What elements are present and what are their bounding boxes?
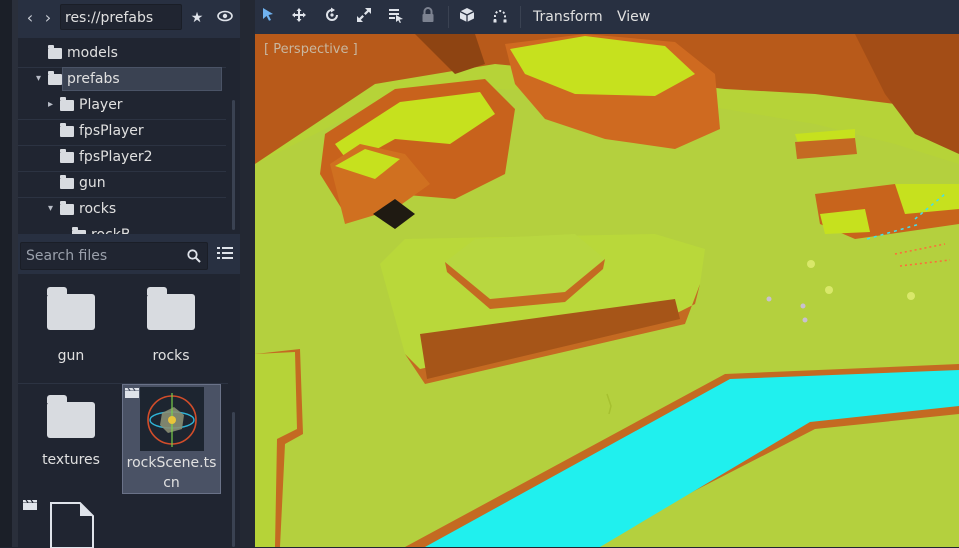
grid-scrollbar[interactable]: [232, 412, 235, 547]
folder-icon: [72, 227, 86, 234]
toolbar-divider: [448, 6, 449, 28]
scene-thumbnail-icon: [140, 387, 204, 451]
file-item-textures[interactable]: textures: [21, 386, 121, 496]
file-item-gun[interactable]: gun: [21, 282, 121, 382]
tree-item-label: gun: [79, 175, 106, 191]
tree-item-label: rockB: [91, 222, 130, 234]
path-bar: ‹ › res://prefabs ★: [18, 0, 240, 36]
chevron-right-icon[interactable]: ▸: [48, 92, 53, 118]
folder-icon: [60, 123, 74, 137]
tree-item-rocks[interactable]: ▾ rocks: [18, 196, 226, 222]
perspective-label[interactable]: [ Perspective ]: [264, 42, 358, 57]
file-icon: [50, 502, 94, 548]
forward-button[interactable]: ›: [40, 8, 56, 28]
select-icon[interactable]: [258, 7, 278, 27]
clapperboard-icon: [23, 500, 37, 510]
chevron-down-icon[interactable]: ▾: [48, 196, 53, 222]
clapperboard-icon: [125, 388, 139, 398]
file-grid: gun rocks textures rockScene.tscn: [18, 274, 240, 548]
tree-item-gun[interactable]: gun: [18, 170, 226, 196]
favorite-star-icon[interactable]: ★: [187, 8, 207, 28]
dock-splitter[interactable]: [240, 0, 255, 547]
cube-icon[interactable]: [457, 7, 477, 27]
file-item-label: rocks: [152, 348, 190, 364]
folder-icon: [48, 45, 62, 59]
file-item-label: rockScene.tscn: [126, 455, 217, 491]
toolbar-divider: [520, 6, 521, 28]
rotate-icon[interactable]: [322, 7, 342, 27]
tree-item-prefabs[interactable]: ▾ prefabs: [18, 66, 226, 92]
file-item-rockscene[interactable]: rockScene.tscn: [122, 384, 221, 494]
search-icon: [187, 249, 201, 263]
tree-item-label: fpsPlayer2: [79, 149, 153, 165]
lock-icon[interactable]: [418, 7, 438, 27]
scale-icon[interactable]: [354, 7, 374, 27]
scene-render: [255, 34, 959, 547]
folder-icon: [147, 287, 195, 330]
viewport-toolbar: Transform View: [255, 0, 959, 34]
view-menu[interactable]: View: [617, 0, 650, 34]
folder-icon: [48, 71, 62, 85]
folder-icon: [47, 395, 95, 438]
tree-item-label: fpsPlayer: [79, 123, 144, 139]
3d-viewport[interactable]: [ Perspective ]: [255, 34, 959, 547]
tree-item-fpsplayer2[interactable]: fpsPlayer2: [18, 144, 226, 170]
tree-item-player[interactable]: ▸ Player: [18, 92, 226, 118]
list-view-icon[interactable]: [215, 246, 235, 266]
move-icon[interactable]: [289, 7, 309, 27]
file-tree: models ▾ prefabs ▸ Player fpsPlayer fpsP…: [18, 38, 240, 234]
tree-item-label: models: [67, 45, 118, 61]
transform-menu[interactable]: Transform: [533, 0, 603, 34]
tree-scrollbar[interactable]: [232, 100, 235, 230]
back-button[interactable]: ‹: [22, 8, 38, 28]
folder-icon: [60, 149, 74, 163]
list-select-icon[interactable]: [386, 7, 406, 27]
search-files-input[interactable]: Search files: [20, 242, 208, 270]
chevron-down-icon[interactable]: ▾: [36, 66, 41, 92]
folder-icon: [47, 287, 95, 330]
tree-item-rockb[interactable]: rockB: [18, 222, 226, 234]
file-item-label: gun: [57, 348, 85, 364]
tree-item-fpsplayer[interactable]: fpsPlayer: [18, 118, 226, 144]
folder-icon: [60, 175, 74, 189]
search-placeholder: Search files: [26, 248, 108, 264]
tree-item-label: prefabs: [67, 71, 120, 87]
eye-icon[interactable]: [215, 8, 235, 28]
file-item-rocks[interactable]: rocks: [121, 282, 221, 382]
folder-icon: [60, 97, 74, 111]
tree-item-label: rocks: [79, 201, 117, 217]
snap-icon[interactable]: [490, 7, 510, 27]
filesystem-dock: ‹ › res://prefabs ★ models ▾ prefabs ▸ P…: [18, 0, 240, 548]
path-field[interactable]: res://prefabs: [60, 4, 182, 30]
left-edge-strip: [0, 0, 18, 547]
tree-item-label: Player: [79, 97, 123, 113]
tree-item-models[interactable]: models: [18, 40, 226, 66]
file-item-label: textures: [42, 452, 100, 468]
folder-icon: [60, 201, 74, 215]
